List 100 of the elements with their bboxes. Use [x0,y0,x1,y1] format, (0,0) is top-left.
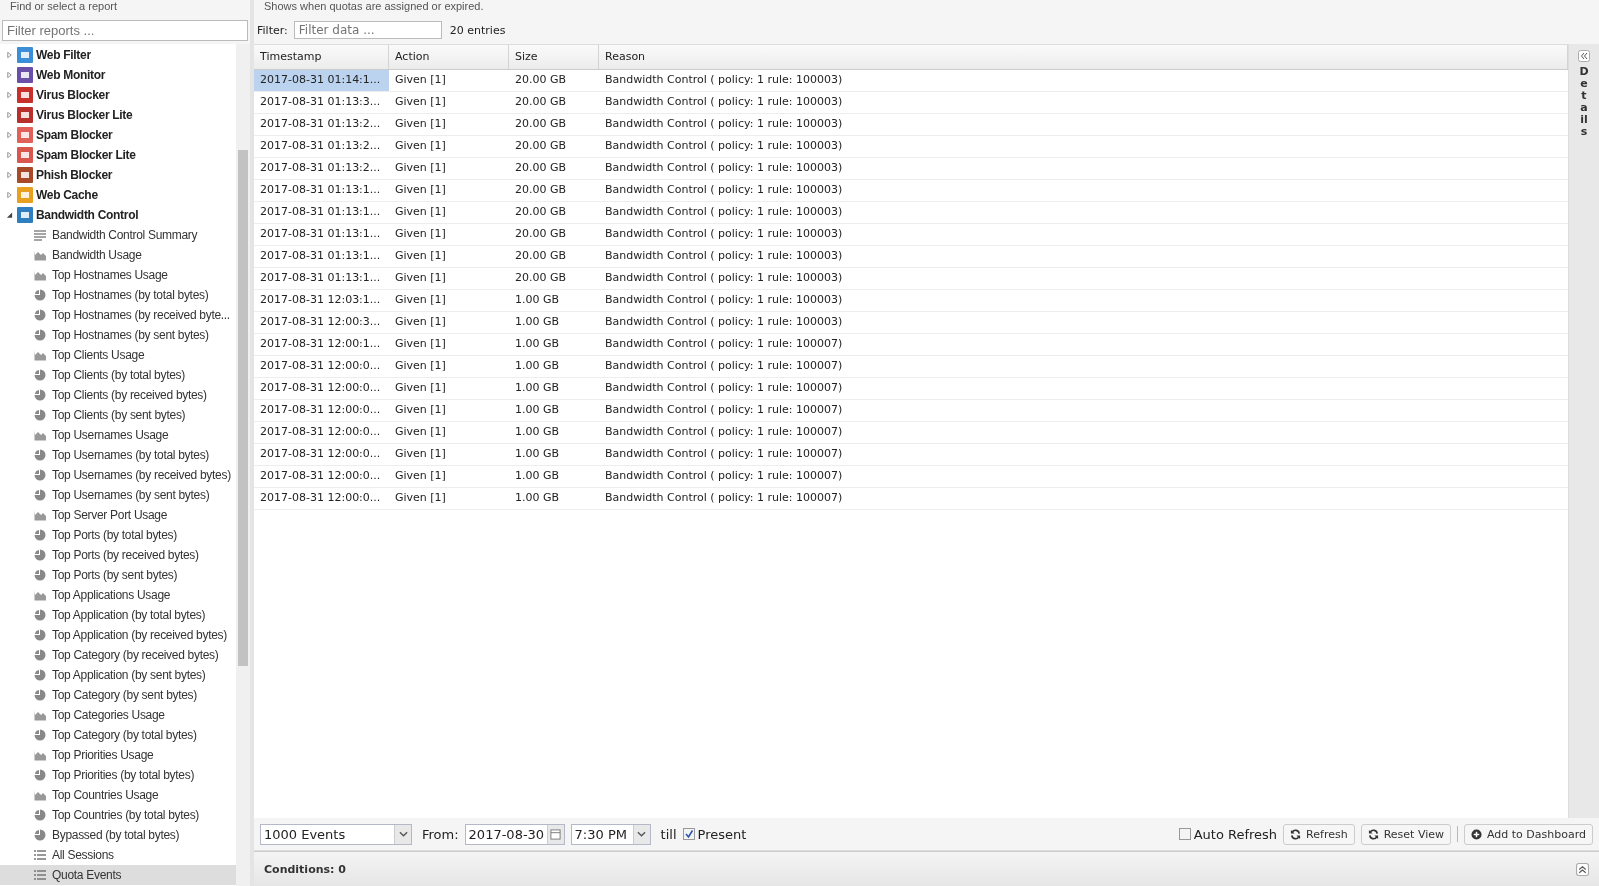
pie-chart-icon [34,669,46,681]
tree-item[interactable]: Top Application (by received bytes) [0,625,236,645]
till-label: till [660,826,677,842]
tree-item[interactable]: Top Server Port Usage [0,505,236,525]
report-filter-field[interactable]: Filter reports ... [2,20,248,41]
tree-item[interactable]: Bandwidth Control Summary [0,225,236,245]
tree-item[interactable]: Top Applications Usage [0,585,236,605]
tree-item[interactable]: Web Cache [0,185,236,205]
tree-item[interactable]: Top Category (by total bytes) [0,725,236,745]
tree-item[interactable]: Top Application (by total bytes) [0,605,236,625]
tree-item[interactable]: Top Application (by sent bytes) [0,665,236,685]
pie-chart-icon [34,289,46,301]
tree-item[interactable]: Top Usernames (by sent bytes) [0,485,236,505]
present-checkbox[interactable] [682,828,695,840]
auto-refresh-checkbox[interactable] [1178,828,1191,840]
pie-chart-icon [34,649,46,661]
tree-item[interactable]: All Sessions [0,845,236,865]
tree-item[interactable]: Top Countries Usage [0,785,236,805]
table-cell-text: 2017-08-31 01:13:1... [259,226,382,242]
tree-item[interactable]: Top Hostnames (by sent bytes) [0,325,236,345]
table-cell-text: 2017-08-31 01:13:3... [259,94,382,110]
tree-item[interactable]: Web Filter [0,45,236,65]
details-tab-label[interactable]: Details [1578,66,1590,139]
toolbar-button[interactable]: Reset View [1360,823,1451,845]
table-cell-text: 1.00 GB [514,424,561,440]
tree-item[interactable]: Top Clients Usage [0,345,236,365]
table-cell-text: Bandwidth Control ( policy: 1 rule: 100003) [604,292,844,308]
table-cell-text: 20.00 GB [514,248,568,264]
table-cell-text: Bandwidth Control ( policy: 1 rule: 100007) [604,468,844,484]
tree-item[interactable]: Bypassed (by total bytes) [0,825,236,845]
tree-item[interactable]: Top Hostnames (by total bytes) [0,285,236,305]
table-cell-text: Given [1] [394,490,447,506]
table-cell: 2017-08-31 01:14:1... [254,70,389,91]
pie-chart-icon [34,549,46,561]
event-limit-dropdown[interactable]: 1000 Events [260,823,412,845]
data-filter-field[interactable]: Filter data ... [293,21,442,39]
table-cell-text: Given [1] [394,72,447,88]
toolbar-button[interactable]: Add to Dashboard [1464,823,1593,845]
auto-refresh-label: Auto Refresh [1193,826,1278,842]
collapse-icon[interactable] [1578,50,1590,62]
tree-item[interactable]: Virus Blocker [0,85,236,105]
tree-item[interactable]: Top Usernames (by total bytes) [0,445,236,465]
time-dropdown[interactable]: 7:30 PM [570,823,651,845]
tree-item[interactable]: Phish Blocker [0,165,236,185]
tree-item[interactable]: Top Ports (by sent bytes) [0,565,236,585]
tree-item[interactable]: Virus Blocker Lite [0,105,236,125]
table-cell-text: 1.00 GB [514,292,561,308]
table-cell-text: 2017-08-31 12:00:1... [259,336,382,352]
tree-item[interactable]: Top Category (by received bytes) [0,645,236,665]
table-cell-text: 2017-08-31 12:00:0... [259,380,382,396]
table-cell-text: Bandwidth Control ( policy: 1 rule: 100003) [604,248,844,264]
tree-item[interactable]: Spam Blocker [0,125,236,145]
table-cell-text: 20.00 GB [514,182,568,198]
tree-item[interactable]: Spam Blocker Lite [0,145,236,165]
table-cell-text: Given [1] [394,116,447,132]
tree-item[interactable]: Top Usernames Usage [0,425,236,445]
text-lines-icon [34,229,46,241]
tree-item[interactable]: Top Ports (by total bytes) [0,525,236,545]
column-header[interactable]: Timestamp [254,45,389,69]
tree-item[interactable]: Top Countries (by total bytes) [0,805,236,825]
pie-chart-icon [34,569,46,581]
expander-icon[interactable] [6,211,13,219]
table-cell-text: Bandwidth Control ( policy: 1 rule: 100003) [604,138,844,154]
table-cell-text: Given [1] [394,468,447,484]
tree-item[interactable]: Top Priorities Usage [0,745,236,765]
tree-item[interactable]: Top Hostnames Usage [0,265,236,285]
tree-item[interactable]: Top Hostnames (by received byte... [0,305,236,325]
table-cell-text: 1.00 GB [514,490,561,506]
table-cell-text: Given [1] [394,138,447,154]
tree-item[interactable]: Top Clients (by total bytes) [0,365,236,385]
tree-item[interactable]: Top Category (by sent bytes) [0,685,236,705]
pie-chart-icon [34,329,46,341]
toolbar-button[interactable]: Refresh [1283,823,1355,845]
details-panel[interactable]: Details [1568,44,1599,818]
table-cell-text: 1.00 GB [514,380,561,396]
tree-item[interactable]: Top Usernames (by received bytes) [0,465,236,485]
tree-item[interactable]: Top Clients (by sent bytes) [0,405,236,425]
tree-item[interactable]: Top Ports (by received bytes) [0,545,236,565]
table-cell-text: 2017-08-31 01:13:2... [259,160,382,176]
table-cell-text: Bandwidth Control ( policy: 1 rule: 100003) [604,160,844,176]
tree-item[interactable]: Bandwidth Control [0,205,236,225]
date-field[interactable]: 2017-08-30 [464,823,565,845]
tree-item[interactable]: Web Monitor [0,65,236,85]
tree-item[interactable]: Bandwidth Usage [0,245,236,265]
pie-chart-icon [34,689,46,701]
table-cell-text: Given [1] [394,204,447,220]
table-cell-text: Bandwidth Control ( policy: 1 rule: 100007) [604,358,844,374]
table-cell-text: Bandwidth Control ( policy: 1 rule: 100003) [604,314,844,330]
column-header[interactable]: Size [509,45,599,69]
scrollbar[interactable] [236,44,250,886]
expand-icon[interactable] [1576,862,1589,876]
tree-item[interactable]: Top Priorities (by total bytes) [0,765,236,785]
pie-chart-icon [34,629,46,641]
tree-item[interactable]: Top Clients (by received bytes) [0,385,236,405]
table-cell-text: 1.00 GB [514,468,561,484]
report-description: Shows when quotas are assigned or expired. [263,0,485,14]
tree-item[interactable]: Top Categories Usage [0,705,236,725]
column-header[interactable]: Action [389,45,509,69]
tree-item[interactable]: Quota Events [0,865,236,885]
caret-icon [398,831,408,837]
